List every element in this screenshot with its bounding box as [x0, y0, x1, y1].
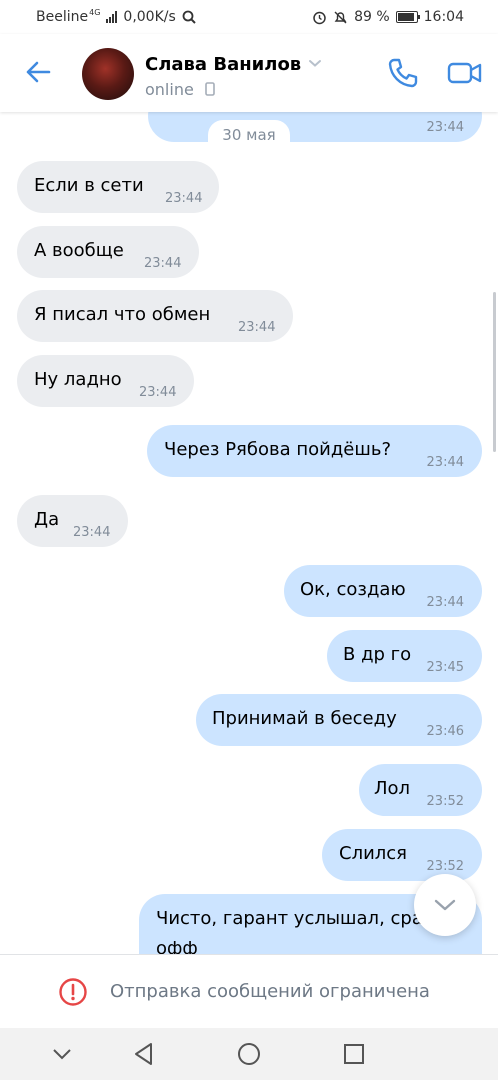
back-triangle-icon[interactable] [130, 1040, 158, 1068]
message-time: 23:52 [426, 859, 464, 874]
status-left: Beeline 4G 0,00K/s [36, 7, 196, 25]
mobile-device-icon [205, 82, 215, 96]
battery-percent: 89 % [354, 9, 390, 25]
message-bubble-outgoing[interactable]: Лол 23:52 [359, 764, 482, 816]
recents-square-icon[interactable] [340, 1040, 368, 1068]
message-time: 23:44 [426, 120, 464, 135]
message-bubble-incoming[interactable]: Ну ладно 23:44 [17, 355, 194, 407]
message-text: Если в сети [34, 175, 144, 196]
message-bubble-incoming[interactable]: Да 23:44 [17, 495, 128, 547]
restricted-notice-bar: Отправка сообщений ограничена [0, 954, 498, 1029]
message-text: Принимай в беседу [212, 708, 397, 729]
video-camera-icon[interactable] [446, 56, 484, 90]
system-nav-bar [0, 1028, 498, 1080]
status-bar: Beeline 4G 0,00K/s 89 % 16:04 [0, 0, 498, 34]
speed-label: 0,00K/s [123, 9, 176, 25]
warning-icon [59, 978, 87, 1006]
carrier-label: Beeline [36, 9, 89, 25]
message-bubble-outgoing[interactable]: 23:44 [148, 112, 482, 142]
contact-name[interactable]: Слава Ванилов [145, 54, 301, 75]
message-bubble-outgoing[interactable]: В др го 23:45 [327, 630, 482, 682]
message-bubble-incoming[interactable]: Если в сети 23:44 [17, 161, 219, 213]
message-time: 23:44 [238, 320, 276, 335]
message-text: Слился [339, 843, 408, 864]
alarm-icon [313, 11, 326, 24]
online-status: online [145, 80, 215, 99]
battery-icon [395, 11, 420, 23]
message-text: Лол [374, 778, 411, 799]
message-text-line2: офф [156, 938, 198, 954]
message-bubble-incoming[interactable]: Я писал что обмен 23:44 [17, 290, 293, 342]
date-separator: 30 мая [208, 120, 290, 150]
message-bubble-outgoing[interactable]: Через Рябова пойдёшь? 23:44 [147, 425, 482, 477]
message-text: А вообще [34, 240, 124, 261]
message-text: Чисто, гарант услышал, сра [156, 908, 423, 929]
message-list[interactable]: 23:44 30 мая Если в сети 23:44 А вообще … [0, 112, 498, 954]
message-text: В др го [343, 644, 412, 665]
message-time: 23:52 [426, 794, 464, 809]
message-text: Я писал что обмен [34, 304, 211, 325]
clock: 16:04 [423, 9, 464, 25]
network-label: 4G [89, 7, 101, 17]
message-time: 23:44 [144, 256, 182, 271]
message-time: 23:46 [426, 724, 464, 739]
message-time: 23:44 [426, 455, 464, 470]
message-bubble-incoming[interactable]: А вообще 23:44 [17, 226, 199, 278]
online-label: online [145, 80, 194, 99]
message-time: 23:44 [165, 191, 203, 206]
scroll-down-button[interactable] [414, 874, 476, 936]
restricted-notice-text: Отправка сообщений ограничена [110, 981, 430, 1002]
message-text: Да [34, 509, 60, 530]
chevron-down-icon[interactable] [308, 56, 322, 70]
message-time: 23:45 [426, 660, 464, 675]
message-bubble-outgoing[interactable]: Ок, создаю 23:44 [284, 565, 482, 617]
message-bubble-outgoing[interactable]: Слился 23:52 [322, 829, 482, 881]
chat-header: Слава Ванилов online [0, 34, 498, 112]
chevron-down-icon [434, 899, 456, 911]
message-bubble-outgoing[interactable]: Принимай в беседу 23:46 [196, 694, 482, 746]
phone-icon[interactable] [386, 56, 420, 90]
search-icon [182, 10, 196, 24]
message-time: 23:44 [139, 385, 177, 400]
message-text: Через Рябова пойдёшь? [164, 439, 391, 460]
back-arrow-icon[interactable] [22, 56, 54, 88]
status-right: 89 % 16:04 [312, 9, 464, 25]
home-circle-icon[interactable] [235, 1040, 263, 1068]
message-text: Ок, создаю [300, 579, 406, 600]
message-time: 23:44 [426, 595, 464, 610]
signal-icon [106, 11, 118, 23]
avatar[interactable] [82, 48, 134, 100]
scrollbar[interactable] [493, 292, 496, 452]
chevron-down-icon[interactable] [48, 1040, 76, 1068]
message-text: Ну ладно [34, 369, 122, 390]
mute-bell-icon [334, 11, 347, 23]
message-time: 23:44 [73, 525, 111, 540]
